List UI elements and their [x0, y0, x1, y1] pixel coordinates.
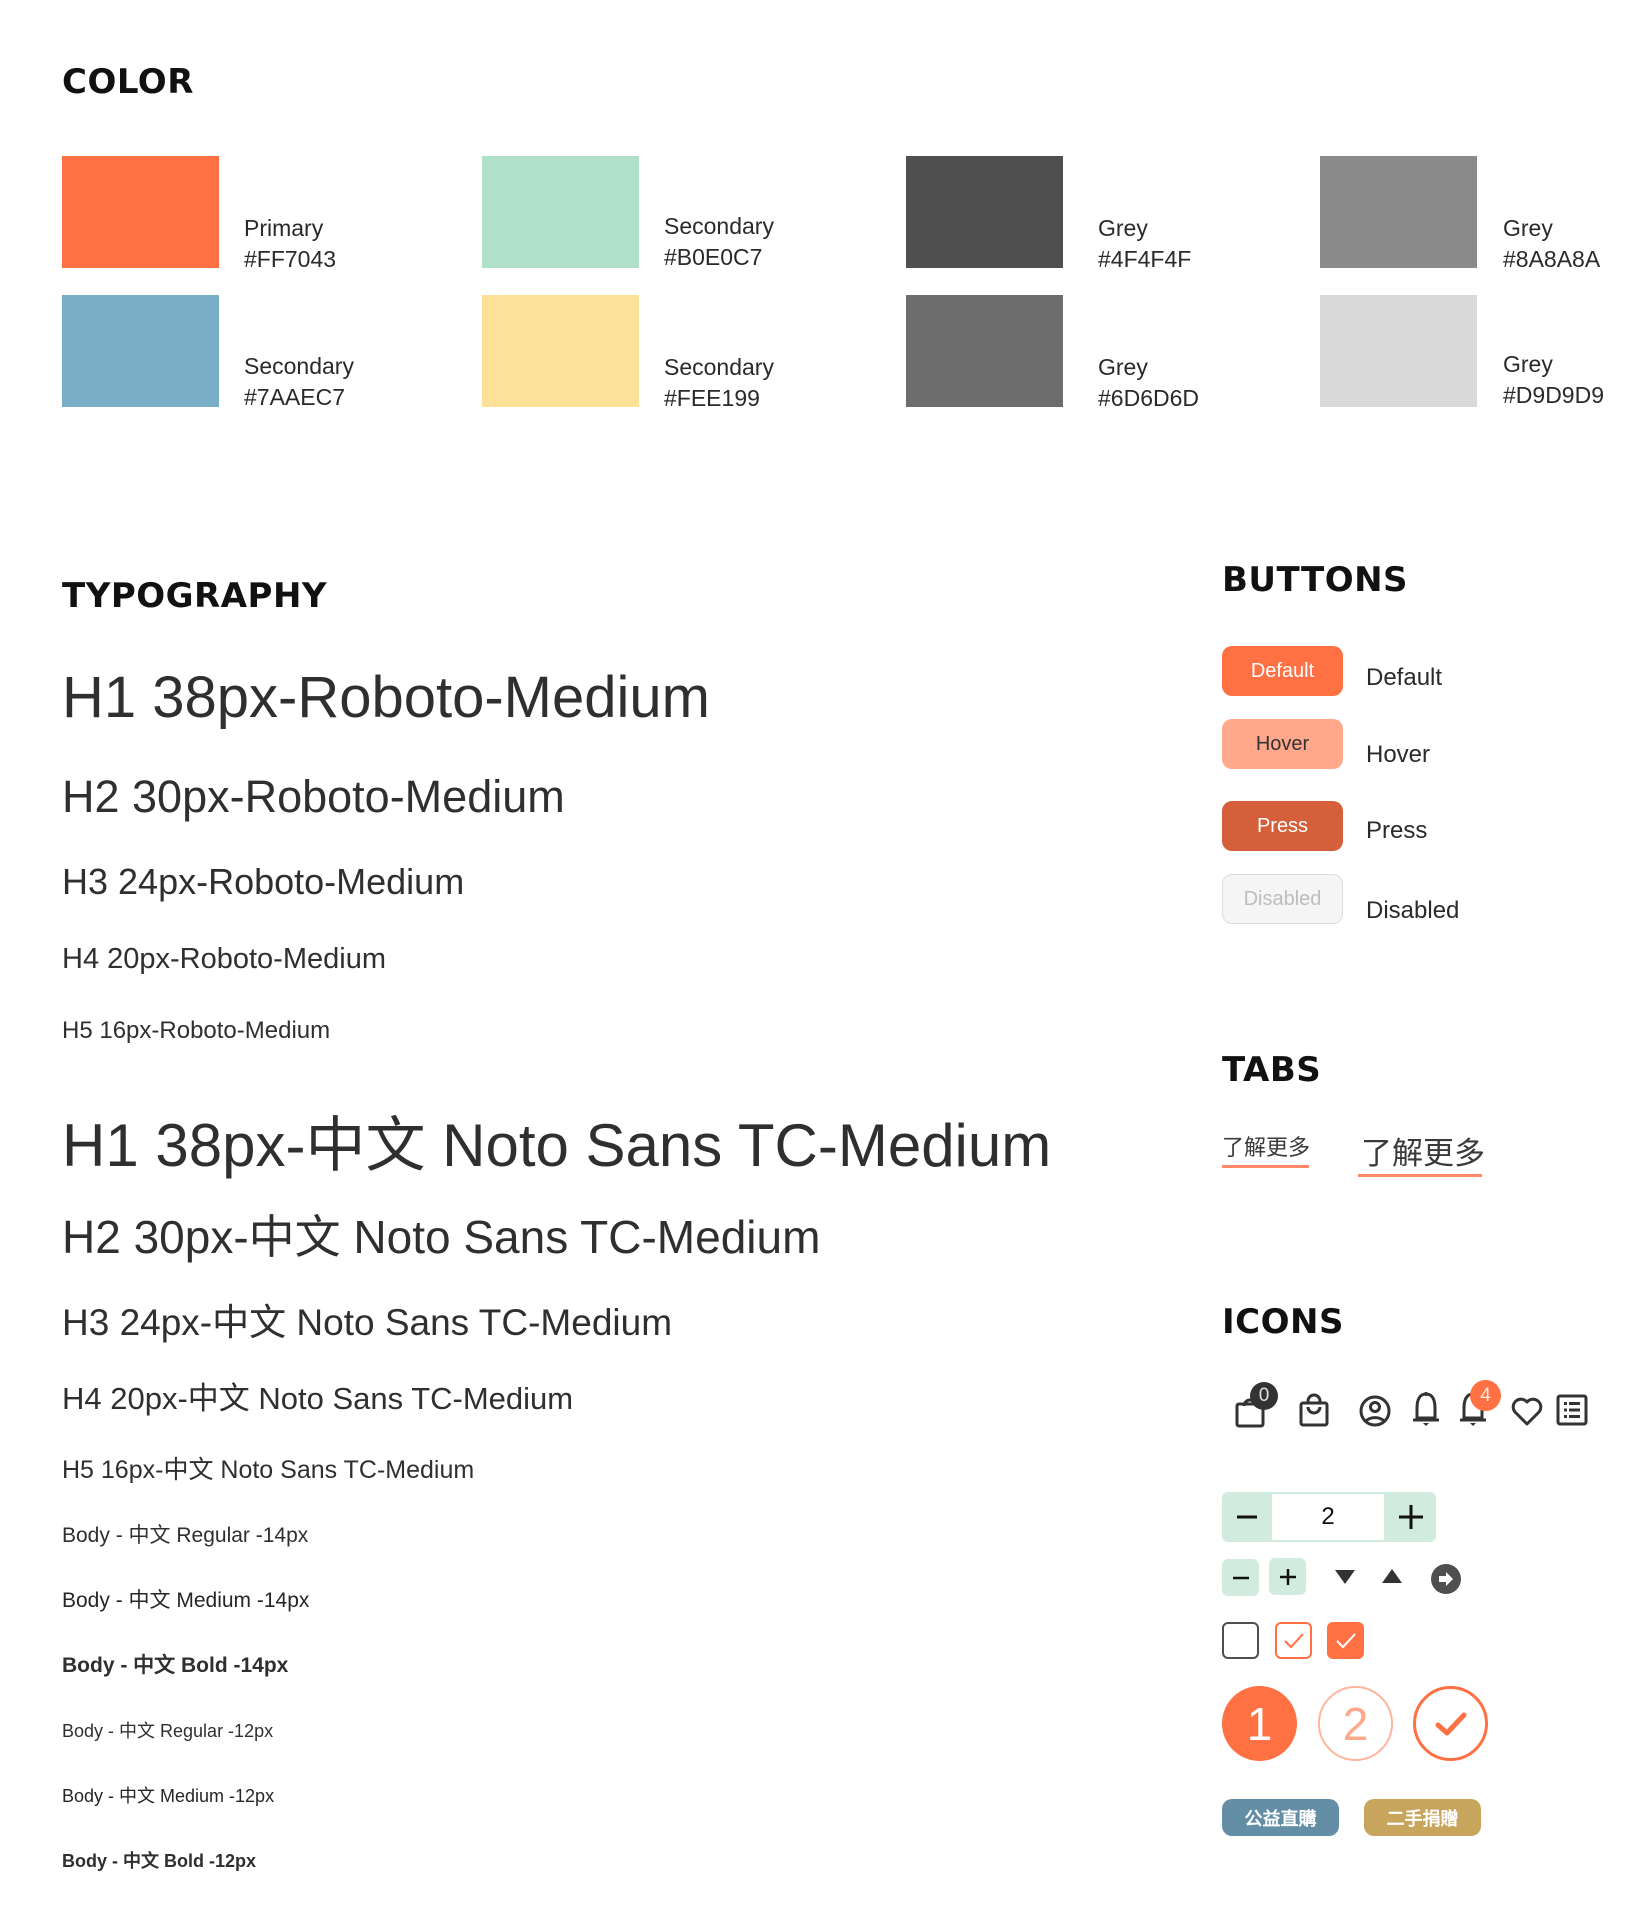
swatch-hex: #6D6D6D [1098, 385, 1199, 411]
icons-section-title: ICONS [1222, 1302, 1344, 1342]
checkbox-unchecked[interactable] [1222, 1622, 1259, 1659]
swatch-primary [62, 156, 219, 268]
notification-badge: 4 [1470, 1380, 1501, 1411]
swatch-grey-4f [906, 156, 1063, 268]
roboto-h2-sample: H2 30px-Roboto-Medium [62, 771, 565, 822]
tab-large-underline [1358, 1174, 1482, 1177]
swatch-hex: #B0E0C7 [664, 244, 763, 270]
checkbox-checked-filled[interactable] [1327, 1622, 1364, 1659]
step-1-active: 1 [1222, 1686, 1297, 1761]
minus-icon [1237, 1515, 1257, 1519]
step-2-inactive: 2 [1318, 1686, 1393, 1761]
stepper-value[interactable]: 2 [1272, 1494, 1384, 1540]
caret-up-icon[interactable] [1381, 1567, 1403, 1585]
disabled-button: Disabled [1222, 874, 1343, 924]
swatch-label-grey-d9: Grey #D9D9D9 [1503, 349, 1604, 411]
swatch-grey-8a [1320, 156, 1477, 268]
body-medium-14: Body - 中文 Medium -14px [62, 1589, 310, 1612]
swatch-hex: #FEE199 [664, 385, 760, 411]
hover-button-desc: Hover [1366, 741, 1431, 768]
plus-icon [1279, 1568, 1296, 1585]
swatch-name: Secondary [244, 353, 354, 379]
body-regular-12: Body - 中文 Regular -12px [62, 1721, 274, 1741]
body-regular-14: Body - 中文 Regular -14px [62, 1524, 309, 1547]
swatch-hex: #4F4F4F [1098, 246, 1192, 272]
stepper-decrement-button[interactable] [1222, 1492, 1272, 1542]
list-icon[interactable] [1556, 1394, 1588, 1426]
quantity-stepper: 2 [1222, 1492, 1436, 1542]
swatch-label-secondary-yellow: Secondary #FEE199 [664, 352, 774, 414]
roboto-h4-sample: H4 20px-Roboto-Medium [62, 943, 386, 975]
check-icon [1283, 1632, 1304, 1648]
roboto-h5-sample: H5 16px-Roboto-Medium [62, 1017, 331, 1044]
swatch-label-primary: Primary #FF7043 [244, 213, 336, 275]
swatch-secondary-yellow [482, 295, 639, 407]
tab-small[interactable]: 了解更多 [1222, 1130, 1310, 1162]
typography-section-title: TYPOGRAPHY [62, 576, 328, 616]
swatch-label-grey-4f: Grey #4F4F4F [1098, 213, 1191, 275]
swatch-hex: #D9D9D9 [1503, 382, 1604, 408]
tabs-section-title: TABS [1222, 1050, 1322, 1090]
tab-small-underline [1222, 1165, 1309, 1168]
swatch-name: Grey [1503, 215, 1553, 241]
color-section-title: COLOR [62, 62, 194, 102]
bell-icon[interactable] [1410, 1390, 1442, 1430]
default-button[interactable]: Default [1222, 646, 1343, 696]
swatch-secondary-blue [62, 295, 219, 407]
body-bold-12: Body - 中文 Bold -12px [62, 1851, 257, 1871]
noto-h4-sample: H4 20px-中文 Noto Sans TC-Medium [62, 1381, 574, 1416]
check-icon [1335, 1632, 1356, 1648]
roboto-h3-sample: H3 24px-Roboto-Medium [62, 861, 465, 902]
plus-icon [1399, 1505, 1423, 1529]
noto-h2-sample: H2 30px-中文 Noto Sans TC-Medium [62, 1211, 821, 1263]
user-icon[interactable] [1358, 1394, 1392, 1428]
swatch-label-secondary-blue: Secondary #7AAEC7 [244, 351, 354, 413]
stepper-increment-button[interactable] [1386, 1492, 1436, 1542]
disabled-button-desc: Disabled [1366, 897, 1460, 924]
swatch-name: Primary [244, 215, 324, 241]
check-icon [1435, 1712, 1466, 1735]
buttons-section-title: BUTTONS [1222, 560, 1409, 600]
swatch-name: Grey [1503, 351, 1553, 377]
plus-button[interactable] [1269, 1558, 1306, 1595]
swatch-name: Secondary [664, 213, 774, 239]
body-bold-14: Body - 中文 Bold -14px [62, 1654, 289, 1677]
heart-icon[interactable] [1510, 1396, 1544, 1428]
tab-large[interactable]: 了解更多 [1361, 1128, 1485, 1173]
minus-button[interactable] [1222, 1559, 1259, 1596]
noto-h1-sample: H1 38px-中文 Noto Sans TC-Medium [62, 1112, 1052, 1179]
body-medium-12: Body - 中文 Medium -12px [62, 1786, 275, 1806]
caret-down-icon[interactable] [1334, 1568, 1356, 1586]
swatch-name: Grey [1098, 215, 1148, 241]
swatch-name: Grey [1098, 354, 1148, 380]
default-button-desc: Default [1366, 664, 1443, 691]
press-button[interactable]: Press [1222, 801, 1343, 851]
roboto-h1-sample: H1 38px-Roboto-Medium [62, 665, 710, 730]
press-button-desc: Press [1366, 817, 1428, 844]
hover-button[interactable]: Hover [1222, 719, 1343, 769]
noto-h5-sample: H5 16px-中文 Noto Sans TC-Medium [62, 1456, 475, 1484]
swatch-label-grey-8a: Grey #8A8A8A [1503, 213, 1600, 275]
shopping-bag-icon[interactable] [1298, 1392, 1330, 1428]
swatch-label-grey-6d: Grey #6D6D6D [1098, 352, 1199, 414]
tag-secondhand-donation: 二手捐贈 [1364, 1799, 1481, 1836]
checkbox-checked-outline[interactable] [1275, 1622, 1312, 1659]
swatch-label-secondary-green: Secondary #B0E0C7 [664, 211, 774, 273]
swatch-secondary-green [482, 156, 639, 268]
noto-h3-sample: H3 24px-中文 Noto Sans TC-Medium [62, 1302, 673, 1343]
swatch-grey-6d [906, 295, 1063, 407]
swatch-hex: #7AAEC7 [244, 384, 346, 410]
cart-badge: 0 [1250, 1382, 1278, 1410]
step-complete [1413, 1686, 1488, 1761]
swatch-hex: #8A8A8A [1503, 246, 1601, 272]
swatch-name: Secondary [664, 354, 774, 380]
arrow-right-circle-icon[interactable] [1430, 1563, 1462, 1595]
minus-icon [1232, 1576, 1249, 1579]
swatch-grey-d9 [1320, 295, 1477, 407]
swatch-hex: #FF7043 [244, 246, 337, 272]
tag-public-welfare-purchase: 公益直購 [1222, 1799, 1339, 1836]
